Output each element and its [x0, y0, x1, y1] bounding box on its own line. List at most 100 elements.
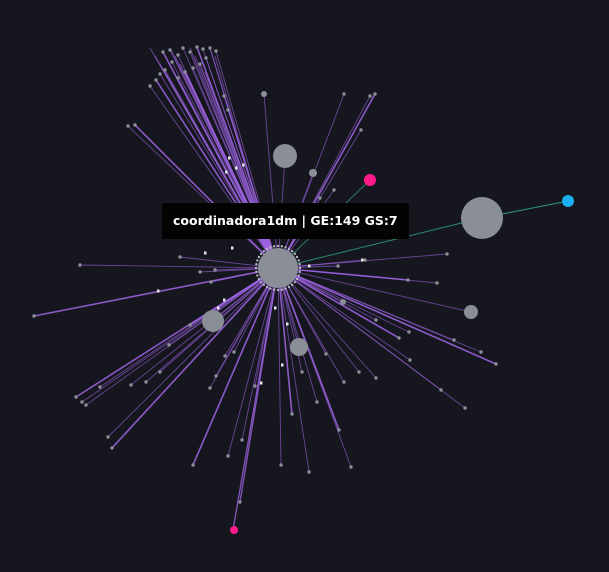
- peripheral-node[interactable]: [214, 374, 218, 378]
- medium-node[interactable]: [464, 305, 478, 319]
- peripheral-node[interactable]: [208, 46, 212, 50]
- peripheral-node[interactable]: [209, 280, 213, 284]
- peripheral-node[interactable]: [435, 281, 439, 285]
- small-node[interactable]: [309, 169, 317, 177]
- peripheral-node[interactable]: [337, 428, 341, 432]
- peripheral-node[interactable]: [191, 66, 195, 70]
- peripheral-node[interactable]: [363, 258, 367, 262]
- major-node-layer[interactable]: [202, 91, 574, 534]
- peripheral-node[interactable]: [336, 264, 340, 268]
- peripheral-node[interactable]: [240, 438, 244, 442]
- peripheral-node[interactable]: [78, 263, 82, 267]
- peripheral-node[interactable]: [494, 362, 498, 366]
- peripheral-node[interactable]: [373, 92, 377, 96]
- peripheral-node[interactable]: [342, 380, 346, 384]
- peripheral-node[interactable]: [110, 446, 114, 450]
- small-node[interactable]: [261, 91, 267, 97]
- peripheral-node[interactable]: [106, 435, 110, 439]
- peripheral-node[interactable]: [407, 330, 411, 334]
- edge-count-glyph: [281, 363, 284, 367]
- peripheral-node[interactable]: [126, 124, 130, 128]
- peripheral-node[interactable]: [213, 268, 217, 272]
- peripheral-node[interactable]: [253, 384, 257, 388]
- edge-count-glyph: [286, 322, 289, 326]
- peripheral-node[interactable]: [315, 400, 319, 404]
- peripheral-node[interactable]: [154, 78, 158, 82]
- peripheral-node[interactable]: [198, 270, 202, 274]
- peripheral-node[interactable]: [191, 463, 195, 467]
- large-node[interactable]: [202, 310, 224, 332]
- peripheral-node[interactable]: [176, 53, 180, 57]
- peripheral-node[interactable]: [349, 465, 353, 469]
- peripheral-node[interactable]: [307, 470, 311, 474]
- peripheral-node[interactable]: [167, 343, 171, 347]
- hub-ring-dot: [256, 259, 259, 262]
- hub-ring-dot: [290, 283, 294, 287]
- peripheral-node[interactable]: [161, 50, 165, 54]
- peripheral-node[interactable]: [397, 336, 401, 340]
- peripheral-node[interactable]: [148, 84, 152, 88]
- peripheral-node[interactable]: [226, 108, 230, 112]
- hub-node[interactable]: [258, 248, 298, 288]
- peripheral-node[interactable]: [158, 370, 162, 374]
- peripheral-node[interactable]: [198, 62, 202, 66]
- peripheral-node[interactable]: [357, 370, 361, 374]
- accent-node-pink[interactable]: [364, 174, 376, 186]
- peripheral-node[interactable]: [133, 123, 137, 127]
- peripheral-node[interactable]: [204, 56, 208, 60]
- peripheral-node[interactable]: [374, 376, 378, 380]
- peripheral-node[interactable]: [170, 60, 174, 64]
- network-graph[interactable]: [0, 0, 609, 572]
- edge-count-glyph: [260, 381, 263, 385]
- peripheral-node[interactable]: [74, 395, 78, 399]
- peripheral-node[interactable]: [332, 188, 336, 192]
- peripheral-node[interactable]: [163, 68, 167, 72]
- peripheral-node[interactable]: [214, 49, 218, 53]
- peripheral-node[interactable]: [32, 314, 36, 318]
- peripheral-node[interactable]: [479, 350, 483, 354]
- peripheral-node[interactable]: [158, 72, 162, 76]
- peripheral-node[interactable]: [342, 92, 346, 96]
- peripheral-node[interactable]: [222, 94, 226, 98]
- peripheral-node[interactable]: [445, 252, 449, 256]
- peripheral-node[interactable]: [223, 354, 227, 358]
- peripheral-node[interactable]: [406, 278, 410, 282]
- peripheral-node[interactable]: [98, 385, 102, 389]
- large-node[interactable]: [290, 338, 308, 356]
- peripheral-node[interactable]: [183, 70, 187, 74]
- peripheral-node[interactable]: [359, 128, 363, 132]
- peripheral-node[interactable]: [144, 380, 148, 384]
- large-node[interactable]: [273, 144, 297, 168]
- peripheral-node[interactable]: [201, 47, 205, 51]
- peripheral-node[interactable]: [238, 500, 242, 504]
- peripheral-node[interactable]: [463, 406, 467, 410]
- peripheral-node[interactable]: [195, 45, 199, 49]
- peripheral-node[interactable]: [129, 383, 133, 387]
- accent-node-pink[interactable]: [230, 526, 238, 534]
- peripheral-node[interactable]: [408, 358, 412, 362]
- small-node[interactable]: [340, 299, 346, 305]
- peripheral-node[interactable]: [300, 370, 304, 374]
- peripheral-node[interactable]: [226, 454, 230, 458]
- accent-node-cyan[interactable]: [562, 195, 574, 207]
- peripheral-node[interactable]: [324, 352, 328, 356]
- peripheral-node[interactable]: [368, 94, 372, 98]
- peripheral-node[interactable]: [188, 50, 192, 54]
- large-node[interactable]: [461, 197, 503, 239]
- peripheral-node[interactable]: [452, 338, 456, 342]
- peripheral-node[interactable]: [168, 48, 172, 52]
- peripheral-node[interactable]: [439, 388, 443, 392]
- peripheral-node[interactable]: [374, 318, 378, 322]
- peripheral-node[interactable]: [80, 400, 84, 404]
- peripheral-node[interactable]: [290, 412, 294, 416]
- peripheral-node[interactable]: [84, 403, 88, 407]
- peripheral-node-layer: [32, 45, 498, 532]
- peripheral-node[interactable]: [188, 323, 192, 327]
- peripheral-node[interactable]: [178, 255, 182, 259]
- peripheral-node[interactable]: [181, 46, 185, 50]
- peripheral-node[interactable]: [279, 463, 283, 467]
- peripheral-node[interactable]: [318, 196, 322, 200]
- peripheral-node[interactable]: [232, 350, 236, 354]
- peripheral-node[interactable]: [176, 76, 180, 80]
- peripheral-node[interactable]: [208, 386, 212, 390]
